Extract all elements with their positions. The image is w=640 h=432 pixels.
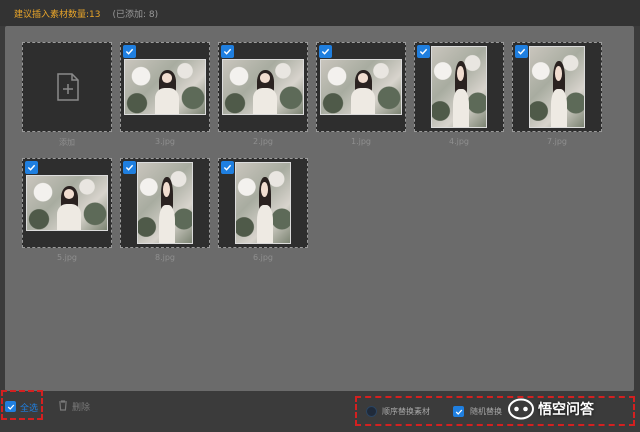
checkmark-icon bbox=[223, 48, 232, 55]
header-bar: 建议插入素材数量:13 (已添加: 8) bbox=[0, 0, 640, 26]
image-filename: 7.jpg bbox=[546, 137, 567, 146]
image-select-checkbox[interactable] bbox=[221, 161, 234, 174]
image-select-checkbox[interactable] bbox=[123, 161, 136, 174]
image-select-checkbox[interactable] bbox=[417, 45, 430, 58]
select-all-checkbox[interactable] bbox=[5, 401, 16, 412]
select-all-label[interactable]: 全选 bbox=[20, 401, 38, 414]
sequential-replace-label[interactable]: 顺序替换素材 bbox=[382, 406, 430, 417]
image-tile[interactable] bbox=[22, 158, 112, 248]
checkmark-icon bbox=[7, 404, 14, 410]
image-tile[interactable] bbox=[316, 42, 406, 132]
checkmark-icon bbox=[223, 164, 232, 171]
image-select-checkbox[interactable] bbox=[221, 45, 234, 58]
image-select-checkbox[interactable] bbox=[123, 45, 136, 58]
image-select-checkbox[interactable] bbox=[25, 161, 38, 174]
image-thumbnail bbox=[529, 46, 585, 128]
image-filename: 8.jpg bbox=[154, 253, 175, 262]
image-filename: 5.jpg bbox=[56, 253, 77, 262]
watermark: 悟空问答 bbox=[508, 398, 594, 420]
trash-icon[interactable] bbox=[58, 400, 68, 411]
image-thumbnail bbox=[26, 175, 108, 231]
checkmark-icon bbox=[27, 164, 36, 171]
checkmark-icon bbox=[321, 48, 330, 55]
image-tile[interactable] bbox=[414, 42, 504, 132]
image-tile[interactable] bbox=[512, 42, 602, 132]
checkmark-icon bbox=[455, 409, 462, 415]
image-filename: 4.jpg bbox=[448, 137, 469, 146]
add-file-icon bbox=[57, 73, 79, 101]
random-replace-checkbox[interactable] bbox=[453, 406, 464, 417]
random-replace-label[interactable]: 随机替换 bbox=[470, 406, 502, 417]
image-thumbnail bbox=[320, 59, 402, 115]
image-select-checkbox[interactable] bbox=[515, 45, 528, 58]
image-select-checkbox[interactable] bbox=[319, 45, 332, 58]
add-media-tile[interactable] bbox=[22, 42, 112, 132]
image-thumbnail bbox=[124, 59, 206, 115]
image-thumbnail bbox=[222, 59, 304, 115]
delete-button[interactable]: 删除 bbox=[72, 400, 90, 413]
image-filename: 2.jpg bbox=[252, 137, 273, 146]
image-tile[interactable] bbox=[218, 158, 308, 248]
added-count-label: (已添加: 8) bbox=[112, 9, 159, 20]
image-thumbnail bbox=[235, 162, 291, 244]
sequential-replace-radio[interactable] bbox=[366, 406, 377, 417]
image-thumbnail bbox=[137, 162, 193, 244]
checkmark-icon bbox=[419, 48, 428, 55]
image-filename: 3.jpg bbox=[154, 137, 175, 146]
image-tile[interactable] bbox=[120, 158, 210, 248]
checkmark-icon bbox=[517, 48, 526, 55]
image-tile[interactable] bbox=[120, 42, 210, 132]
image-thumbnail bbox=[431, 46, 487, 128]
image-filename: 6.jpg bbox=[252, 253, 273, 262]
image-tile[interactable] bbox=[218, 42, 308, 132]
wukong-logo-icon bbox=[508, 398, 534, 420]
suggested-count-label: 建议插入素材数量:13 bbox=[14, 9, 101, 20]
watermark-text: 悟空问答 bbox=[538, 402, 594, 418]
checkmark-icon bbox=[125, 164, 134, 171]
image-filename: 1.jpg bbox=[350, 137, 371, 146]
add-media-label: 添加 bbox=[59, 138, 75, 147]
checkmark-icon bbox=[125, 48, 134, 55]
